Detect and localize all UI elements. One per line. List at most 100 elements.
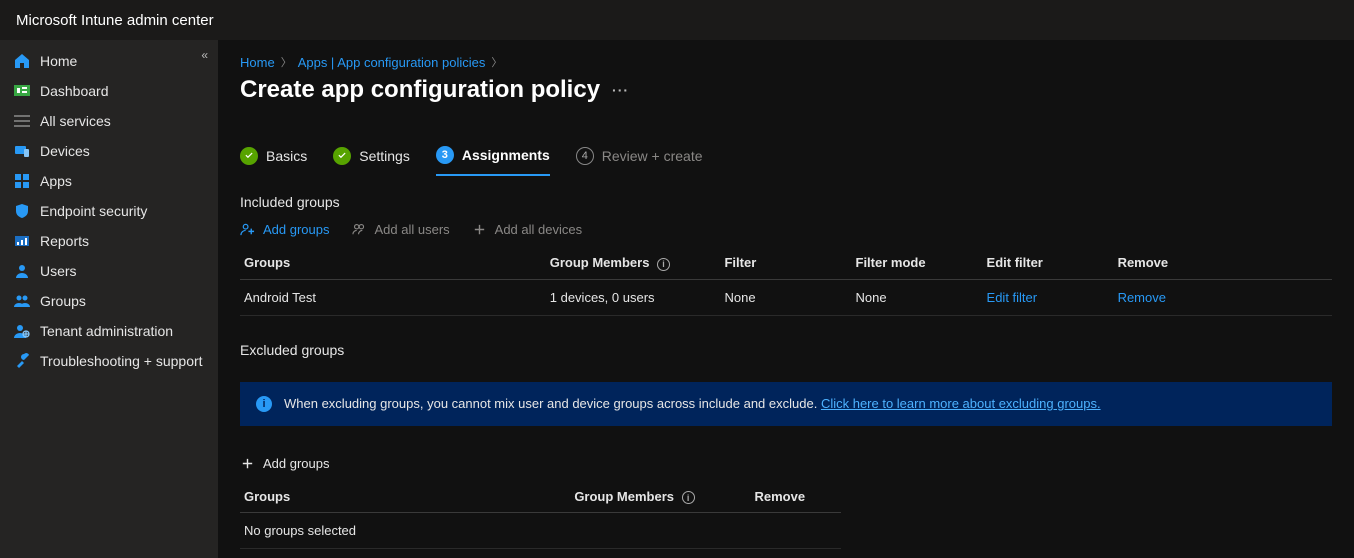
add-groups-button[interactable]: Add groups (240, 456, 330, 471)
table-row: Android Test 1 devices, 0 users None Non… (240, 279, 1332, 315)
cell-filter: None (720, 279, 851, 315)
excluded-groups-table: Groups Group Members i Remove No groups … (240, 481, 841, 550)
user-icon (14, 263, 30, 279)
sidebar-item-dashboard[interactable]: Dashboard (0, 76, 218, 106)
add-user-icon (240, 222, 255, 237)
tools-icon (14, 353, 30, 369)
sidebar-item-home[interactable]: Home (0, 46, 218, 76)
sidebar-item-tenant-admin[interactable]: Tenant administration (0, 316, 218, 346)
sidebar-item-label: Dashboard (40, 83, 109, 99)
reports-icon (14, 233, 30, 249)
breadcrumb-home[interactable]: Home (240, 55, 275, 70)
step-label: Settings (359, 148, 410, 164)
shell: « Home Dashboard All services Devices (0, 40, 1354, 558)
shield-icon (14, 203, 30, 219)
sidebar-item-endpoint-security[interactable]: Endpoint security (0, 196, 218, 226)
groups-icon (14, 293, 30, 309)
chevron-right-icon: 〉 (281, 54, 292, 70)
col-filter-mode: Filter mode (852, 247, 983, 279)
more-actions-icon[interactable]: ··· (612, 82, 629, 98)
sidebar-item-label: Users (40, 263, 77, 279)
col-members: Group Members i (546, 247, 721, 279)
col-remove: Remove (750, 481, 840, 513)
step-number-badge: 4 (576, 147, 594, 165)
sidebar-item-users[interactable]: Users (0, 256, 218, 286)
sidebar-item-label: Groups (40, 293, 86, 309)
breadcrumb-apps[interactable]: Apps | App configuration policies (298, 55, 486, 70)
table-header-row: Groups Group Members i Filter Filter mod… (240, 247, 1332, 279)
col-remove: Remove (1114, 247, 1332, 279)
sidebar-item-reports[interactable]: Reports (0, 226, 218, 256)
sidebar-item-label: Troubleshooting + support (40, 353, 203, 369)
chevron-right-icon: 〉 (491, 54, 502, 70)
step-settings[interactable]: Settings (333, 146, 410, 176)
info-banner-link[interactable]: Click here to learn more about excluding… (821, 396, 1101, 411)
info-icon[interactable]: i (682, 491, 695, 504)
step-number-badge: 3 (436, 146, 454, 164)
col-filter: Filter (720, 247, 851, 279)
action-label: Add groups (263, 222, 330, 237)
cell-group-name: Android Test (240, 279, 546, 315)
excluded-groups-actions: Add groups (240, 456, 1332, 471)
step-label: Assignments (462, 147, 550, 163)
plus-icon (472, 222, 487, 237)
table-header-row: Groups Group Members i Remove (240, 481, 841, 513)
info-icon: i (256, 396, 272, 412)
action-label: Add all users (375, 222, 450, 237)
sidebar-item-troubleshooting[interactable]: Troubleshooting + support (0, 346, 218, 376)
cell-group-members: 1 devices, 0 users (546, 279, 721, 315)
included-groups-actions: Add groups Add all users Add all devices (240, 222, 1332, 237)
sidebar-item-label: Endpoint security (40, 203, 147, 219)
add-all-devices-button[interactable]: Add all devices (472, 222, 582, 237)
action-label: Add all devices (495, 222, 582, 237)
dashboard-icon (14, 83, 30, 99)
included-groups-table: Groups Group Members i Filter Filter mod… (240, 247, 1332, 316)
add-users-icon (352, 222, 367, 237)
sidebar-item-label: Reports (40, 233, 89, 249)
sidebar-item-label: Apps (40, 173, 72, 189)
page-title-row: Create app configuration policy ··· (240, 76, 1332, 104)
apps-icon (14, 173, 30, 189)
add-groups-button[interactable]: Add groups (240, 222, 330, 237)
col-groups: Groups (240, 247, 546, 279)
col-members: Group Members i (570, 481, 750, 513)
page-title: Create app configuration policy (240, 76, 600, 104)
info-icon[interactable]: i (657, 258, 670, 271)
cell-filter-mode: None (852, 279, 983, 315)
breadcrumb: Home 〉 Apps | App configuration policies… (240, 54, 1332, 70)
product-title: Microsoft Intune admin center (16, 12, 214, 29)
sidebar-item-all-services[interactable]: All services (0, 106, 218, 136)
sidebar: « Home Dashboard All services Devices (0, 40, 218, 558)
wizard-steps: Basics Settings 3 Assignments 4 Review +… (240, 146, 1332, 176)
home-icon (14, 53, 30, 69)
excluded-groups-heading: Excluded groups (240, 342, 1332, 358)
top-bar: Microsoft Intune admin center (0, 0, 1354, 40)
devices-icon (14, 143, 30, 159)
all-services-icon (14, 113, 30, 129)
step-label: Basics (266, 148, 307, 164)
step-label: Review + create (602, 148, 703, 164)
collapse-sidebar-icon[interactable]: « (201, 48, 208, 62)
edit-filter-link[interactable]: Edit filter (987, 290, 1038, 305)
col-edit-filter: Edit filter (983, 247, 1114, 279)
step-basics[interactable]: Basics (240, 146, 307, 176)
sidebar-item-label: All services (40, 113, 111, 129)
sidebar-item-apps[interactable]: Apps (0, 166, 218, 196)
main-content: Home 〉 Apps | App configuration policies… (218, 40, 1354, 558)
info-banner: i When excluding groups, you cannot mix … (240, 382, 1332, 426)
sidebar-item-groups[interactable]: Groups (0, 286, 218, 316)
col-groups: Groups (240, 481, 570, 513)
included-groups-heading: Included groups (240, 194, 1332, 210)
add-all-users-button[interactable]: Add all users (352, 222, 450, 237)
sidebar-item-label: Tenant administration (40, 323, 173, 339)
plus-icon (240, 456, 255, 471)
empty-state-text: No groups selected (240, 513, 841, 549)
step-assignments[interactable]: 3 Assignments (436, 146, 550, 176)
step-review-create[interactable]: 4 Review + create (576, 146, 703, 176)
sidebar-item-devices[interactable]: Devices (0, 136, 218, 166)
sidebar-item-label: Home (40, 53, 77, 69)
table-row-empty: No groups selected (240, 513, 841, 549)
action-label: Add groups (263, 456, 330, 471)
check-icon (333, 147, 351, 165)
remove-link[interactable]: Remove (1118, 290, 1166, 305)
